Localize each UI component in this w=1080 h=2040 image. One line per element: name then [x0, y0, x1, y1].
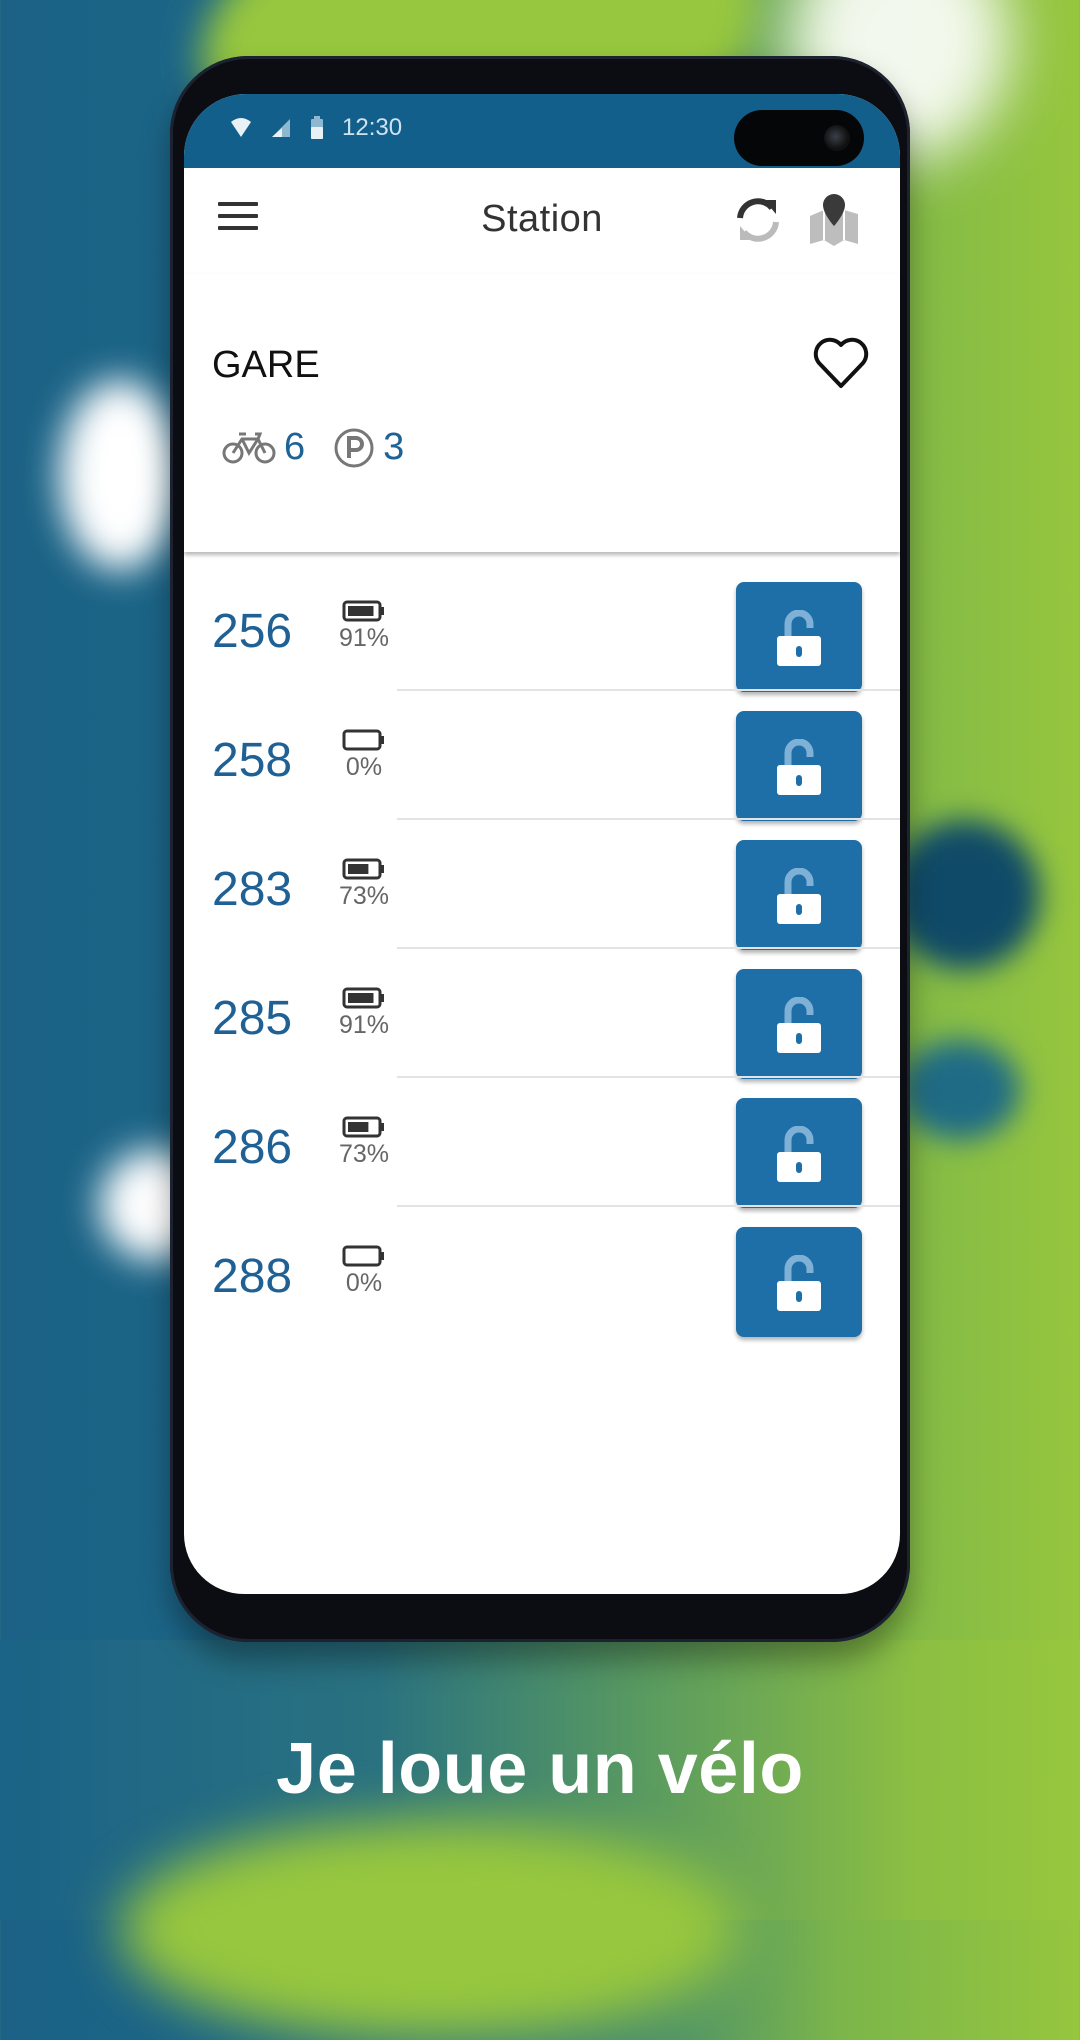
signal-icon — [272, 119, 290, 137]
unlock-button[interactable] — [736, 969, 862, 1079]
bike-list-item: 288 0% — [184, 1207, 900, 1337]
bike-number: 288 — [212, 1250, 293, 1303]
battery-percent: 91% — [338, 1011, 390, 1039]
bike-list-item: 258 0% — [184, 691, 900, 821]
refresh-icon — [737, 198, 779, 242]
unlock-button[interactable] — [736, 840, 862, 950]
battery-level-icon — [342, 600, 384, 622]
battery-status: 73% — [334, 858, 394, 911]
status-time: 12:30 — [342, 114, 403, 141]
bike-number: 285 — [212, 992, 293, 1045]
parking-icon — [334, 428, 374, 467]
battery-percent: 91% — [338, 624, 390, 652]
bike-number: 256 — [212, 605, 293, 658]
battery-icon — [311, 116, 323, 139]
phone-screen: 12:30 Station GARE 6 3 256 91% 258 0% 28… — [184, 94, 900, 1594]
page-title: Station — [481, 198, 603, 240]
unlock-padlock-icon — [777, 868, 821, 924]
background-shape — [60, 380, 180, 570]
bike-list-item: 285 91% — [184, 949, 900, 1079]
battery-status: 91% — [334, 600, 394, 653]
unlock-button[interactable] — [736, 1098, 862, 1208]
bike-list-item: 286 73% — [184, 1078, 900, 1208]
battery-status: 0% — [334, 1245, 394, 1298]
battery-percent: 73% — [338, 882, 390, 910]
battery-level-icon — [342, 987, 384, 1009]
unlock-padlock-icon — [777, 739, 821, 795]
unlock-button[interactable] — [736, 711, 862, 821]
refresh-button[interactable] — [732, 194, 784, 246]
camera-cutout — [734, 110, 864, 166]
bike-number: 283 — [212, 863, 293, 916]
bike-list: 256 91% 258 0% 283 73% 285 91% 286 73% 2… — [184, 562, 900, 1337]
map-pin-icon — [810, 194, 858, 246]
bikes-available-count: 6 — [284, 426, 306, 468]
unlock-padlock-icon — [777, 1255, 821, 1311]
background-shape — [900, 1040, 1020, 1140]
promo-caption: Je loue un vélo — [276, 1729, 804, 1809]
unlock-padlock-icon — [777, 610, 821, 666]
parking-available-count: 3 — [383, 426, 405, 468]
phone-frame: 12:30 Station GARE 6 3 256 91% 258 0% 28… — [170, 56, 910, 1642]
bike-number: 258 — [212, 734, 293, 787]
station-card: GARE 6 3 — [184, 274, 900, 552]
wifi-icon — [231, 118, 251, 137]
map-button[interactable] — [806, 192, 862, 248]
unlock-button[interactable] — [736, 1227, 862, 1337]
bicycle-icon — [222, 432, 276, 463]
favorite-button[interactable] — [812, 336, 870, 390]
status-icons: 12:30 — [230, 114, 402, 142]
camera-lens — [824, 125, 850, 151]
unlock-button[interactable] — [736, 582, 862, 692]
battery-level-icon — [342, 858, 384, 880]
bike-list-item: 256 91% — [184, 562, 900, 692]
battery-status: 0% — [334, 729, 394, 782]
battery-percent: 0% — [345, 1269, 383, 1297]
station-name: GARE — [212, 344, 320, 386]
battery-percent: 73% — [338, 1140, 390, 1168]
background-shape — [120, 1820, 740, 2040]
battery-status: 73% — [334, 1116, 394, 1169]
bike-number: 286 — [212, 1121, 293, 1174]
battery-percent: 0% — [345, 753, 383, 781]
heart-outline-icon — [813, 337, 869, 388]
battery-level-icon — [342, 1245, 384, 1267]
station-counts: 6 3 — [222, 426, 432, 469]
battery-level-icon — [342, 1116, 384, 1138]
battery-status: 91% — [334, 987, 394, 1040]
status-bar: 12:30 — [184, 94, 900, 168]
background-shape — [890, 820, 1040, 970]
app-bar: Station — [184, 168, 900, 274]
unlock-padlock-icon — [777, 1126, 821, 1182]
battery-level-icon — [342, 729, 384, 751]
bike-list-item: 283 73% — [184, 820, 900, 950]
unlock-padlock-icon — [777, 997, 821, 1053]
